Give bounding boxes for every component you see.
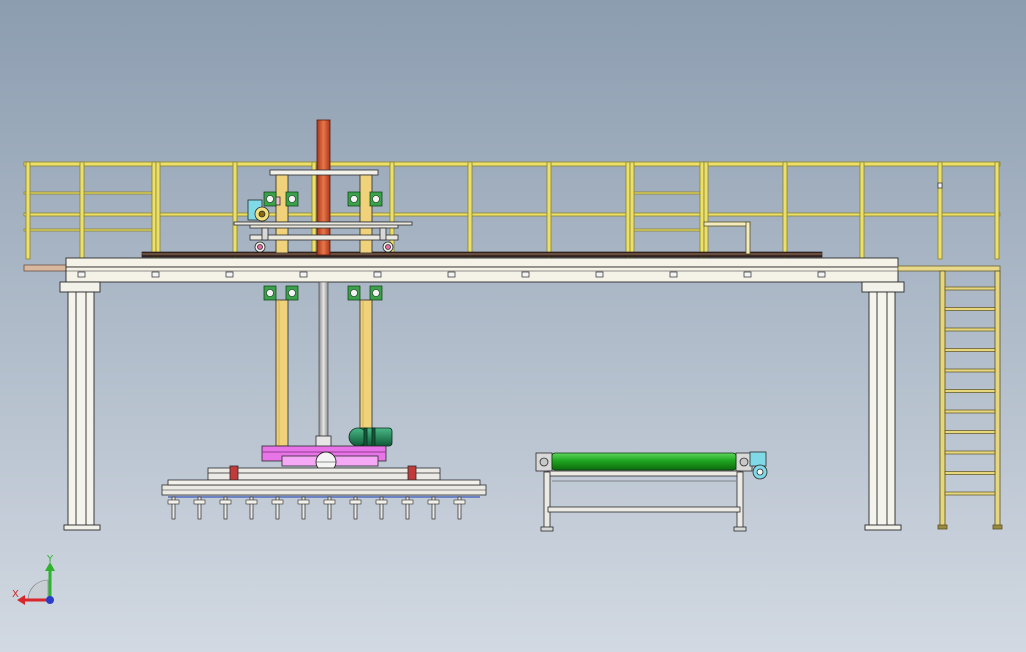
- deck-bolt: [225, 271, 234, 278]
- railing-post: [467, 161, 473, 260]
- gripper-clamp: [245, 499, 258, 505]
- guide-roller: [350, 289, 358, 297]
- railing-post: [782, 161, 788, 260]
- gripper-clamp: [427, 499, 440, 505]
- railing-post: [937, 161, 943, 260]
- ladder-rung: [944, 471, 996, 475]
- guide-roller: [266, 289, 274, 297]
- railing-post: [703, 161, 709, 260]
- ladder-rung: [944, 327, 996, 332]
- deck-bolt: [669, 271, 678, 278]
- gripper-frame[interactable]: [161, 465, 487, 498]
- guide-roller: [372, 195, 380, 203]
- railing-post: [311, 161, 317, 260]
- ladder-rung: [944, 450, 996, 455]
- deck-bolt: [817, 271, 826, 278]
- gripper-clamp: [271, 499, 284, 505]
- ladder-rung: [944, 389, 996, 393]
- piston-rod[interactable]: [318, 281, 329, 447]
- deck-bolt: [373, 271, 382, 278]
- ladder-rung: [944, 348, 996, 352]
- gripper-clamp: [193, 499, 206, 505]
- conveyor-roller[interactable]: [551, 452, 737, 471]
- gripper-clamp: [349, 499, 362, 505]
- ladder-rung: [944, 430, 996, 434]
- ladder-rung: [944, 286, 996, 291]
- gripper-clamp: [219, 499, 232, 505]
- ladder-rung: [944, 491, 996, 496]
- railing-post: [625, 161, 631, 260]
- cad-viewport[interactable]: X Y: [0, 0, 1026, 652]
- ladder-rung: [944, 368, 996, 373]
- railing-post: [79, 161, 85, 260]
- gripper-clamp: [401, 499, 414, 505]
- railing-post: [151, 161, 157, 260]
- guide-roller: [350, 195, 358, 203]
- guide-roller: [372, 289, 380, 297]
- x-axis-label: X: [12, 589, 19, 600]
- deck-bolt: [595, 271, 604, 278]
- z-axis-dot: [46, 596, 54, 604]
- gripper-clamp: [297, 499, 310, 505]
- railing-post: [859, 161, 865, 260]
- deck-bolt: [299, 271, 308, 278]
- deck-bolt: [743, 271, 752, 278]
- railing-post: [546, 161, 552, 260]
- guide-roller: [288, 195, 296, 203]
- ladder-rung: [944, 307, 996, 311]
- gripper-clamp: [167, 499, 180, 505]
- ladder-rung: [944, 409, 996, 414]
- deck-bolt: [521, 271, 530, 278]
- railing-post: [629, 161, 635, 260]
- guide-roller: [266, 195, 274, 203]
- deck-bolt: [447, 271, 456, 278]
- deck-bolt: [151, 271, 160, 278]
- gripper-clamp: [323, 499, 336, 505]
- railing-post: [155, 161, 161, 260]
- drive-motor[interactable]: [348, 427, 393, 447]
- railing-bracket: [937, 182, 943, 189]
- guide-roller: [288, 289, 296, 297]
- y-axis-label: Y: [47, 554, 54, 565]
- railing-post: [994, 161, 1000, 260]
- gripper-clamp: [453, 499, 466, 505]
- railing-post: [25, 161, 31, 260]
- deck-bolt: [77, 271, 86, 278]
- gripper-clamp: [375, 499, 388, 505]
- railing-post: [699, 161, 705, 260]
- machine-drawing[interactable]: [0, 0, 1026, 652]
- railing-post: [232, 161, 238, 260]
